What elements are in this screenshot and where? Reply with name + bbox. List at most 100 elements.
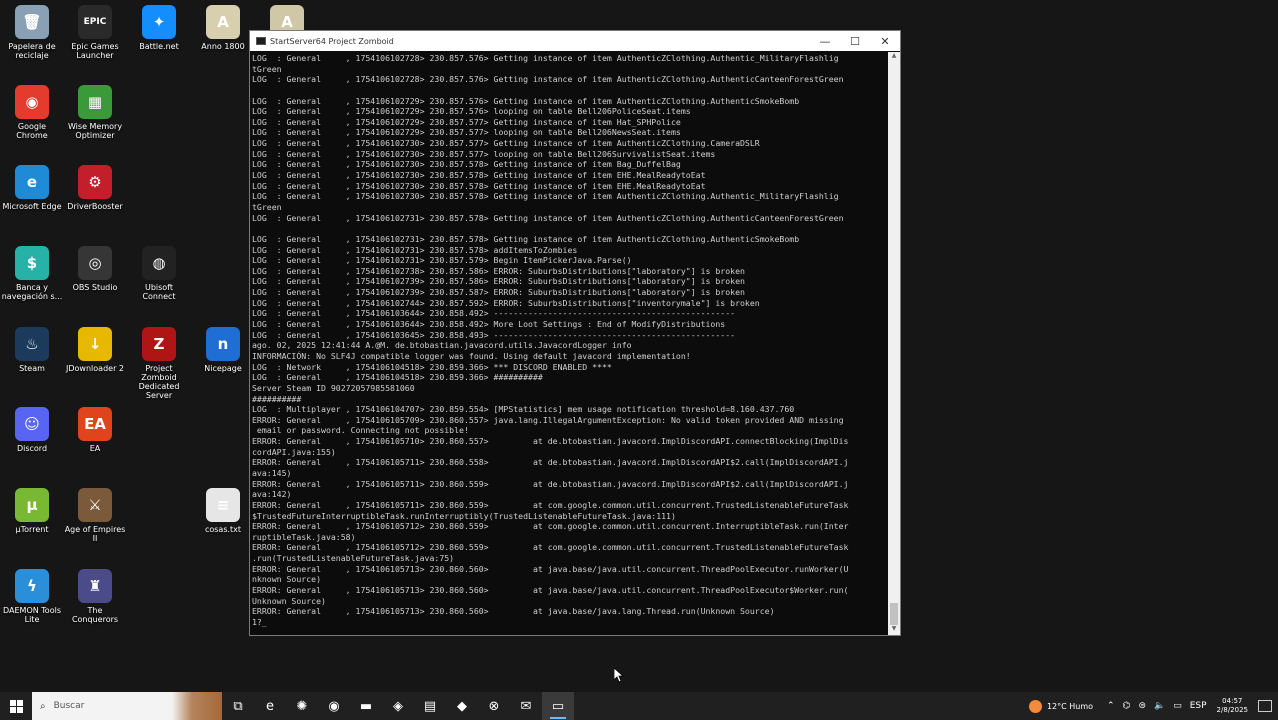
taskbar-app-button[interactable]: ▤	[414, 692, 446, 720]
desktop-icon-label: EA	[89, 444, 101, 453]
desktop-icon[interactable]: ✦ Battle.net	[128, 5, 190, 51]
desktop-icon[interactable]: ϟ DAEMON Tools Lite	[1, 569, 63, 624]
zomboid-icon: Z	[142, 327, 176, 361]
taskbar-app-button[interactable]: ◉	[318, 692, 350, 720]
console-line: LOG : General , 1754106102729> 230.857.5…	[252, 106, 691, 117]
desktop-icon[interactable]: Z Project Zomboid Dedicated Server	[128, 327, 190, 400]
drive-icon[interactable]: ⊜	[1138, 701, 1146, 711]
desktop-icon[interactable]: ☺ Discord	[1, 407, 63, 453]
desktop-icon[interactable]: EA EA	[64, 407, 126, 453]
taskbar-app-button[interactable]: e	[254, 692, 286, 720]
desktop-icon-label: OBS Studio	[72, 283, 118, 292]
close-button[interactable]: ✕	[870, 35, 900, 48]
battlenet-icon: ✦	[142, 5, 176, 39]
scrollbar-thumb[interactable]	[890, 603, 898, 625]
console-line: LOG : General , 1754106103645> 230.858.4…	[252, 329, 736, 340]
scroll-down-arrow-icon[interactable]: ▼	[888, 625, 900, 635]
clock[interactable]: 04:57 2/8/2025	[1217, 697, 1248, 715]
conquerors-icon: ♜	[78, 569, 112, 603]
console-line: LOG : General , 1754106102744> 230.857.5…	[252, 297, 760, 308]
desktop-icon[interactable]: n Nicepage	[192, 327, 254, 373]
console-line: ruptibleTask.java:58)	[252, 531, 356, 542]
file-explorer-icon: ▬	[359, 698, 373, 714]
console-scrollbar[interactable]: ▲ ▼	[888, 52, 900, 635]
console-title-bar[interactable]: StartServer64 Project Zomboid — ☐ ✕	[250, 31, 900, 51]
search-highlight-image	[172, 692, 222, 720]
desktop-icon[interactable]: ≡ cosas.txt	[192, 488, 254, 534]
console-output[interactable]: LOG : General , 1754106102728> 230.857.5…	[250, 52, 888, 635]
desktop-icon[interactable]: µ µTorrent	[1, 488, 63, 534]
taskbar-app-button[interactable]: ▭	[542, 692, 574, 720]
desktop-icon[interactable]: ▦ Wise Memory Optimizer	[64, 85, 126, 140]
desktop-icon-label: Wise Memory Optimizer	[67, 122, 123, 140]
console-line: ERROR: General , 1754106105713> 230.860.…	[252, 606, 775, 617]
language-indicator[interactable]: ESP	[1190, 701, 1207, 711]
steam-icon: ♨	[15, 327, 49, 361]
console-line: ERROR: General , 1754106105710> 230.860.…	[252, 436, 849, 447]
desktop-icon[interactable]: ◎ OBS Studio	[64, 246, 126, 292]
edge-icon: e	[266, 698, 274, 714]
obs-icon: ◎	[78, 246, 112, 280]
speaker-icon[interactable]: 🔈	[1154, 701, 1165, 711]
desktop-icon[interactable]: ⚔ Age of Empires II	[64, 488, 126, 543]
console-line: nknown Source)	[252, 574, 322, 585]
desktop-icon[interactable]: A Anno 1800	[192, 5, 254, 51]
console-line: LOG : General , 1754106102729> 230.857.5…	[252, 127, 681, 138]
desktop-icon-label: Discord	[16, 444, 48, 453]
taskbar-search[interactable]: ⌕ Buscar	[32, 692, 222, 720]
text-file-icon: ≡	[206, 488, 240, 522]
wise-memory-icon: ▦	[78, 85, 112, 119]
console-line: ERROR: General , 1754106105713> 230.860.…	[252, 563, 849, 574]
desktop-icon[interactable]: e Microsoft Edge	[1, 165, 63, 211]
desktop-icon-label: Microsoft Edge	[2, 202, 62, 211]
maximize-button[interactable]: ☐	[840, 35, 870, 48]
edge-icon: e	[15, 165, 49, 199]
minimize-button[interactable]: —	[810, 35, 840, 48]
desktop-icon[interactable]: ↓ JDownloader 2	[64, 327, 126, 373]
taskbar-app-button[interactable]: ◆	[446, 692, 478, 720]
console-line: ERROR: General , 1754106105712> 230.860.…	[252, 542, 849, 553]
chevron-up-icon[interactable]: ⌃	[1107, 701, 1115, 711]
console-line: ERROR: General , 1754106105711> 230.860.…	[252, 499, 849, 510]
console-line: ava:145)	[252, 467, 292, 478]
store-icon: ▤	[423, 698, 437, 714]
console-line: tGreen	[252, 63, 282, 74]
taskbar-app-button[interactable]: ▬	[350, 692, 382, 720]
console-line: ERROR: General , 1754106105711> 230.860.…	[252, 457, 849, 468]
weather-widget[interactable]: 12°C Humo	[1028, 699, 1093, 713]
desktop-icon[interactable]: ⚙ DriverBooster	[64, 165, 126, 211]
console-line: LOG : General , 1754106102739> 230.857.5…	[252, 287, 745, 298]
start-button[interactable]	[0, 692, 32, 720]
banking-icon: $	[15, 246, 49, 280]
desktop-icon[interactable]: ◉ Google Chrome	[1, 85, 63, 140]
console-line: Server Steam ID 90272057985581060	[252, 382, 415, 393]
taskbar-app-button[interactable]: ✉	[510, 692, 542, 720]
desktop-icon-label: Ubisoft Connect	[142, 283, 176, 301]
desktop-icon[interactable]: ◍ Ubisoft Connect	[128, 246, 190, 301]
taskbar-app-button[interactable]: ⧉	[222, 692, 254, 720]
taskbar-app-button[interactable]: ⊗	[478, 692, 510, 720]
console-line: ERROR: General , 1754106105712> 230.860.…	[252, 521, 849, 532]
taskbar-app-button[interactable]: ◈	[382, 692, 414, 720]
desktop-icon[interactable]: EPIC Epic Games Launcher	[64, 5, 126, 60]
scroll-up-arrow-icon[interactable]: ▲	[888, 52, 900, 62]
console-line: .run(TrustedListenableFutureTask.java:75…	[252, 553, 455, 564]
desktop-icon[interactable]: ♨ Steam	[1, 327, 63, 373]
desktop-icon[interactable]: 🗑 Papelera de reciclaje	[1, 5, 63, 60]
notifications-icon[interactable]	[1258, 700, 1272, 712]
desktop-icon-label: Banca y navegación s...	[1, 283, 63, 301]
console-line: INFORMACIÓN: No SLF4J compatible logger …	[252, 350, 691, 361]
taskbar-app-button[interactable]: ✺	[286, 692, 318, 720]
copilot-icon: ✺	[296, 698, 308, 714]
network-icon[interactable]: ⌬	[1123, 701, 1131, 711]
windows-logo-icon	[9, 699, 23, 713]
console-line: LOG : General , 1754106104518> 230.859.3…	[252, 372, 543, 383]
console-line: LOG : Multiplayer , 1754106104707> 230.8…	[252, 404, 795, 415]
desktop-icon[interactable]: $ Banca y navegación s...	[1, 246, 63, 301]
search-placeholder: Buscar	[53, 701, 85, 711]
console-window[interactable]: StartServer64 Project Zomboid — ☐ ✕ LOG …	[249, 30, 901, 636]
desktop-icon[interactable]: ♜ The Conquerors	[64, 569, 126, 624]
monitor-icon[interactable]: ▭	[1173, 701, 1182, 711]
console-line: LOG : General , 1754106102731> 230.857.5…	[252, 255, 632, 266]
